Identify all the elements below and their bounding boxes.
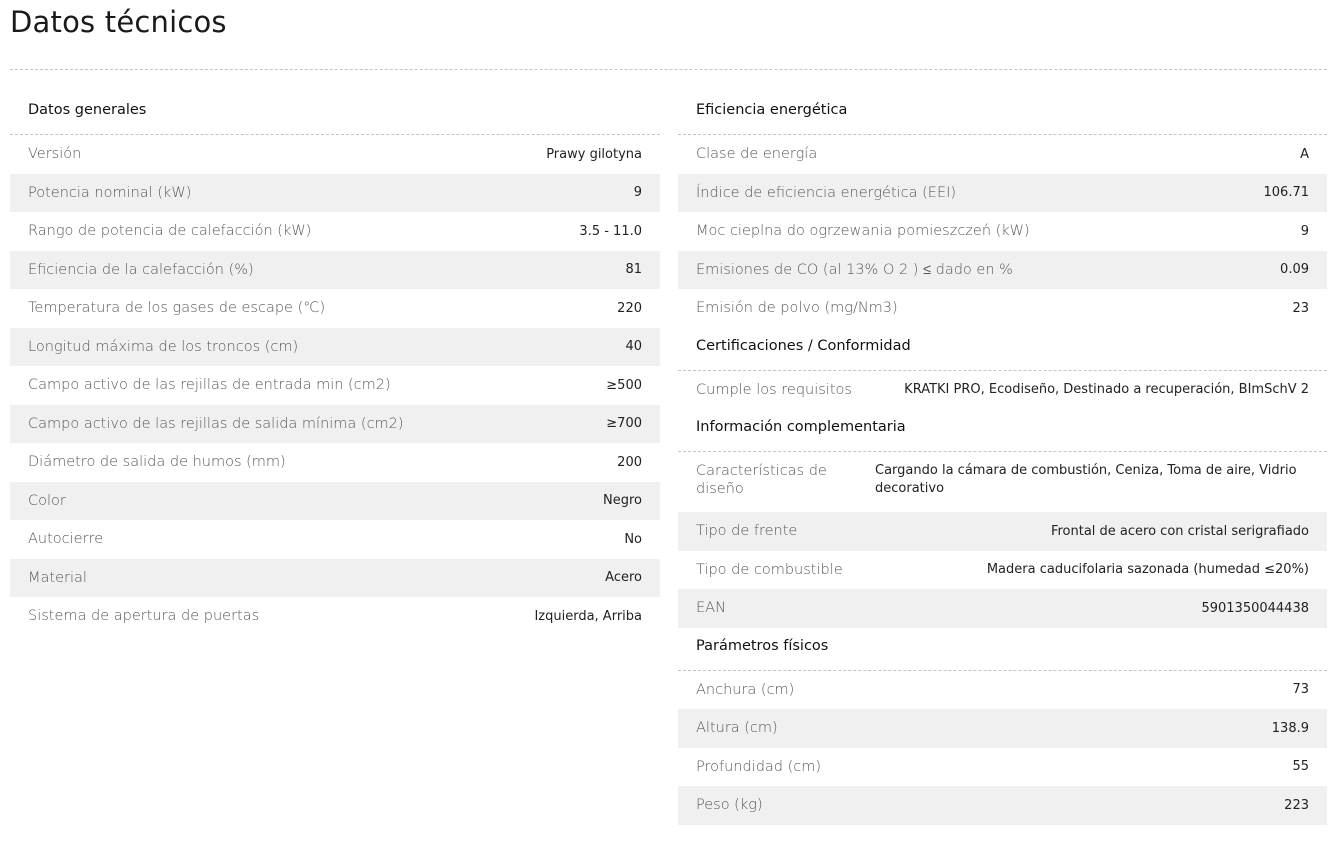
spec-value: 23 bbox=[1292, 300, 1309, 316]
spec-row-requirements: Cumple los requisitos KRATKI PRO, Ecodis… bbox=[678, 371, 1327, 410]
spec-label: Eficiencia de la calefacción (%) bbox=[28, 261, 254, 278]
spec-label: Autocierre bbox=[28, 531, 104, 548]
spec-value: Cargando la cámara de combustión, Ceniza… bbox=[875, 463, 1297, 496]
spec-row-room-heat-output: Moc cieplna do ogrzewania pomieszczeń (k… bbox=[678, 212, 1327, 251]
spec-label: Emisión de polvo (mg/Nm3) bbox=[696, 300, 898, 317]
spec-value: Madera caducifolaria sazonada (humedad ≤… bbox=[986, 562, 1309, 578]
spec-row-log-length: Longitud máxima de los troncos (cm) 40 bbox=[10, 327, 660, 366]
spec-row-power-range: Rango de potencia de calefacción (kW) 3.… bbox=[10, 212, 660, 251]
spec-label: Clase de energía bbox=[696, 146, 818, 163]
spec-value: 223 bbox=[1284, 797, 1309, 813]
spec-label: Campo activo de las rejillas de entrada … bbox=[28, 377, 391, 394]
spec-label: Longitud máxima de los troncos (cm) bbox=[28, 338, 299, 355]
spec-row-flue-diameter: Diámetro de salida de humos (mm) 200 bbox=[10, 443, 660, 482]
spec-value: Negro bbox=[603, 493, 642, 509]
spec-row-depth: Profundidad (cm) 55 bbox=[678, 748, 1327, 787]
spec-value: 55 bbox=[1292, 759, 1309, 775]
spec-label: Diámetro de salida de humos (mm) bbox=[28, 454, 286, 471]
spec-value: 138.9 bbox=[1271, 720, 1309, 736]
spec-label: Material bbox=[28, 569, 87, 586]
spec-value: No bbox=[624, 531, 642, 547]
spec-label: Color bbox=[28, 492, 66, 509]
spec-value: ≥500 bbox=[606, 377, 642, 393]
spec-row-nominal-power: Potencia nominal (kW) 9 bbox=[10, 173, 660, 212]
spec-row-dust-emission: Emisión de polvo (mg/Nm3) 23 bbox=[678, 289, 1327, 328]
spec-value: 200 bbox=[617, 454, 642, 470]
spec-label: EAN bbox=[696, 600, 726, 617]
spec-row-ean: EAN 5901350044438 bbox=[678, 589, 1327, 628]
spec-row-design-features: Características de diseño Cargando la cá… bbox=[678, 452, 1327, 512]
spec-label: Tipo de combustible bbox=[696, 561, 843, 578]
spec-row-outlet-grille: Campo activo de las rejillas de salida m… bbox=[10, 404, 660, 443]
spec-row-height: Altura (cm) 138.9 bbox=[678, 709, 1327, 748]
spec-value: 0.09 bbox=[1280, 262, 1309, 278]
spec-value: A bbox=[1300, 146, 1309, 162]
spec-label: Temperatura de los gases de escape (℃) bbox=[28, 300, 326, 317]
spec-label: Emisiones de CO (al 13% O 2 ) ≤ dado en … bbox=[696, 261, 1013, 278]
spec-row-fuel-type: Tipo de combustible Madera caducifolaria… bbox=[678, 551, 1327, 590]
spec-label: Características de diseño bbox=[696, 463, 827, 497]
spec-value: 106.71 bbox=[1263, 185, 1310, 201]
spec-value: ≥700 bbox=[606, 416, 642, 432]
spec-row-eei: Índice de eficiencia energética (EEI) 10… bbox=[678, 173, 1327, 212]
spec-label: Altura (cm) bbox=[696, 720, 778, 737]
spec-value: 73 bbox=[1292, 682, 1309, 698]
spec-label: Profundidad (cm) bbox=[696, 758, 822, 775]
spec-value: Frontal de acero con cristal serigrafiad… bbox=[1050, 523, 1309, 539]
technical-data-page: Datos técnicos Datos generales Versión P… bbox=[0, 0, 1339, 857]
spec-row-weight: Peso (kg) 223 bbox=[678, 786, 1327, 825]
spec-value: 220 bbox=[617, 300, 642, 316]
spec-value: Acero bbox=[605, 570, 642, 586]
spec-row-energy-class: Clase de energía A bbox=[678, 135, 1327, 174]
spec-label: Cumple los requisitos bbox=[696, 381, 852, 398]
spec-row-front-type: Tipo de frente Frontal de acero con cris… bbox=[678, 512, 1327, 551]
spec-row-heating-efficiency: Eficiencia de la calefacción (%) 81 bbox=[10, 250, 660, 289]
right-column: Eficiencia energética Clase de energía A… bbox=[678, 92, 1327, 825]
spec-row-exhaust-temperature: Temperatura de los gases de escape (℃) 2… bbox=[10, 289, 660, 328]
spec-label: Potencia nominal (kW) bbox=[28, 184, 192, 201]
spec-value: 9 bbox=[1300, 223, 1309, 239]
spec-value: 40 bbox=[625, 339, 642, 355]
spec-label: Versión bbox=[28, 146, 82, 163]
spec-row-material: Material Acero bbox=[10, 558, 660, 597]
spec-label: Peso (kg) bbox=[696, 797, 763, 814]
spec-row-self-closing: Autocierre No bbox=[10, 520, 660, 559]
spec-row-co-emissions: Emisiones de CO (al 13% O 2 ) ≤ dado en … bbox=[678, 250, 1327, 289]
spec-label: Índice de eficiencia energética (EEI) bbox=[696, 184, 957, 201]
section-heading-efficiency: Eficiencia energética bbox=[678, 92, 1327, 135]
spec-value: 81 bbox=[625, 262, 642, 278]
spec-row-color: Color Negro bbox=[10, 481, 660, 520]
spec-label: Moc cieplna do ogrzewania pomieszczeń (k… bbox=[696, 223, 1030, 240]
spec-label: Rango de potencia de calefacción (kW) bbox=[28, 223, 312, 240]
general-data-section: Datos generales Versión Prawy gilotyna P… bbox=[10, 92, 660, 636]
spec-label: Campo activo de las rejillas de salida m… bbox=[28, 415, 404, 432]
section-heading-physical: Parámetros físicos bbox=[678, 628, 1327, 671]
spec-label: Anchura (cm) bbox=[696, 681, 795, 698]
spec-value: 9 bbox=[633, 185, 642, 201]
spec-value: 3.5 - 11.0 bbox=[579, 223, 642, 239]
spec-label: Sistema de apertura de puertas bbox=[28, 608, 260, 625]
section-heading-complementary: Información complementaria bbox=[678, 409, 1327, 452]
spec-value: 5901350044438 bbox=[1201, 600, 1309, 616]
spec-row-door-opening: Sistema de apertura de puertas Izquierda… bbox=[10, 597, 660, 636]
spec-row-inlet-grille: Campo activo de las rejillas de entrada … bbox=[10, 366, 660, 405]
section-heading-certifications: Certificaciones / Conformidad bbox=[678, 328, 1327, 371]
spec-row-version: Versión Prawy gilotyna bbox=[10, 135, 660, 174]
spec-value: Prawy gilotyna bbox=[546, 146, 642, 162]
spec-row-width: Anchura (cm) 73 bbox=[678, 671, 1327, 710]
spec-label: Tipo de frente bbox=[696, 523, 798, 540]
title-divider bbox=[10, 69, 1327, 70]
spec-value: Izquierda, Arriba bbox=[534, 608, 642, 624]
page-title: Datos técnicos bbox=[10, 5, 227, 39]
spec-value: KRATKI PRO, Ecodiseño, Destinado a recup… bbox=[904, 382, 1309, 398]
section-heading-general: Datos generales bbox=[10, 92, 660, 135]
